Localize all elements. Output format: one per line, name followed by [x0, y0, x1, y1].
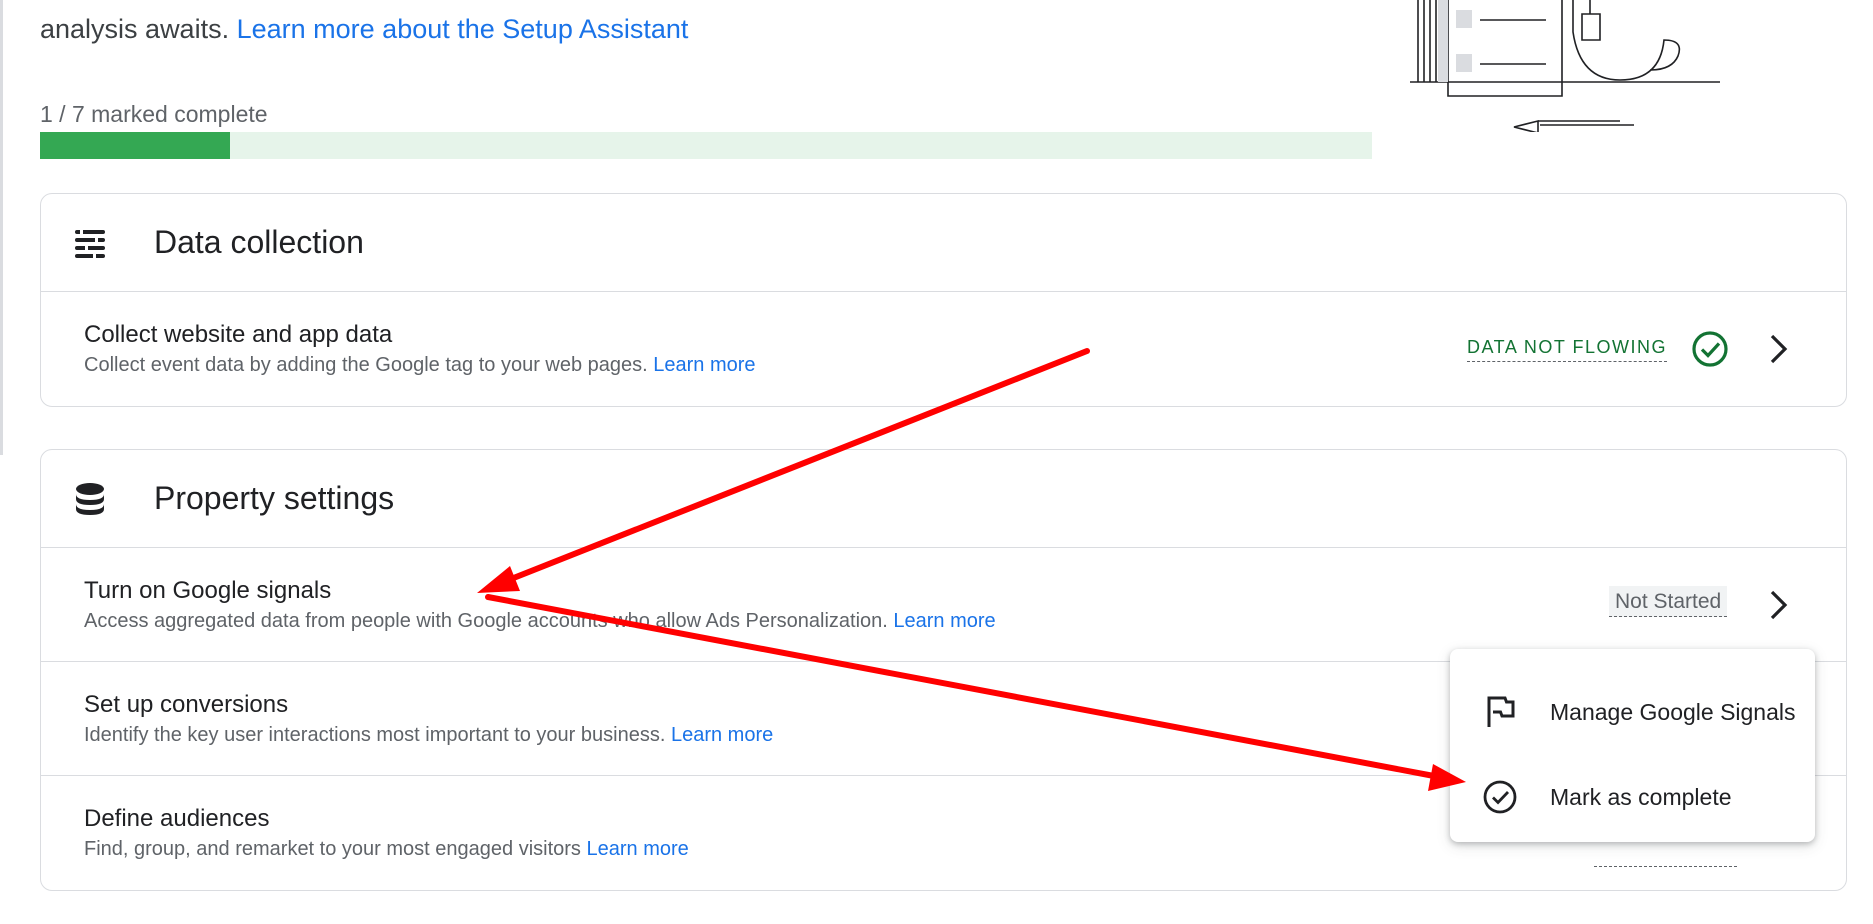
- desk-illustration: [1410, 0, 1720, 132]
- setup-assistant-link[interactable]: Learn more about the Setup Assistant: [237, 14, 689, 44]
- collect-data-row[interactable]: Collect website and app data Collect eve…: [41, 292, 1846, 405]
- conversions-description: Identify the key user interactions most …: [84, 724, 773, 747]
- google-signals-description: Access aggregated data from people with …: [84, 610, 996, 633]
- progress-label: 1 / 7 marked complete: [40, 101, 268, 127]
- progress-bar: [40, 132, 1372, 159]
- conversions-description-text: Identify the key user interactions most …: [84, 724, 666, 746]
- collect-data-description: Collect event data by adding the Google …: [84, 354, 756, 377]
- progress-bar-fill: [40, 132, 231, 159]
- audiences-title: Define audiences: [84, 805, 270, 832]
- property-settings-header: Property settings: [41, 450, 1846, 548]
- collect-data-title: Collect website and app data: [84, 321, 393, 348]
- check-circle-icon: [1483, 780, 1517, 814]
- audiences-description: Find, group, and remarket to your most e…: [84, 838, 689, 861]
- mark-as-complete-label: Mark as complete: [1550, 784, 1732, 810]
- data-flow-status[interactable]: DATA NOT FLOWING: [1467, 337, 1668, 362]
- collect-data-learn-more-link[interactable]: Learn more: [653, 354, 755, 376]
- not-started-status[interactable]: Not Started: [1609, 586, 1728, 617]
- google-signals-learn-more-link[interactable]: Learn more: [893, 610, 995, 632]
- conversions-title: Set up conversions: [84, 691, 289, 718]
- audiences-learn-more-link[interactable]: Learn more: [586, 838, 688, 860]
- check-circle-icon: [1692, 331, 1728, 367]
- tune-icon: [75, 229, 105, 259]
- audiences-description-text: Find, group, and remarket to your most e…: [84, 838, 581, 860]
- manage-google-signals-label: Manage Google Signals: [1550, 699, 1796, 725]
- google-signals-description-text: Access aggregated data from people with …: [84, 610, 888, 632]
- google-signals-title: Turn on Google signals: [84, 577, 332, 604]
- left-divider: [0, 0, 3, 455]
- data-collection-header: Data collection: [41, 194, 1846, 292]
- google-signals-row[interactable]: Turn on Google signals Access aggregated…: [41, 548, 1846, 662]
- conversions-learn-more-link[interactable]: Learn more: [671, 724, 773, 746]
- context-menu: Manage Google Signals Mark as complete: [1450, 649, 1815, 842]
- mark-as-complete-item[interactable]: Mark as complete: [1450, 757, 1815, 837]
- collect-data-description-text: Collect event data by adding the Google …: [84, 354, 648, 376]
- intro-text: analysis awaits. Learn more about the Se…: [40, 14, 688, 45]
- data-collection-card: Data collection Collect website and app …: [40, 193, 1847, 407]
- manage-google-signals-item[interactable]: Manage Google Signals: [1450, 672, 1815, 752]
- data-collection-title: Data collection: [154, 224, 364, 260]
- chevron-right-icon[interactable]: [1763, 588, 1793, 622]
- intro-text-body: analysis awaits.: [40, 14, 230, 44]
- database-icon: [76, 483, 104, 515]
- chevron-right-icon[interactable]: [1763, 332, 1793, 366]
- audiences-status[interactable]: [1594, 866, 1737, 867]
- flag-icon: [1487, 696, 1515, 727]
- property-settings-title: Property settings: [154, 480, 395, 516]
